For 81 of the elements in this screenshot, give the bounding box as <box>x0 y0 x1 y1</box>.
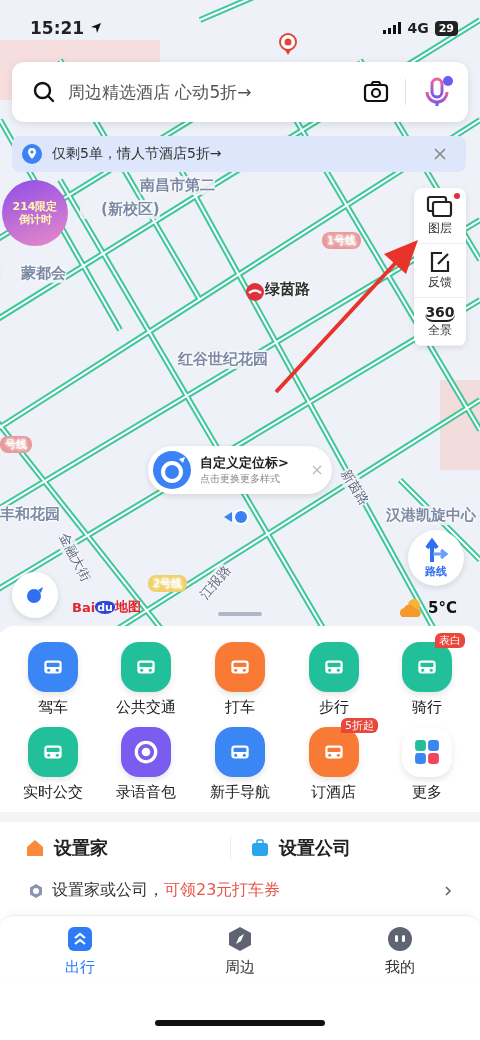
layers-icon <box>426 194 454 220</box>
service-item[interactable]: 打车 <box>193 632 287 717</box>
chevrons-up-icon <box>67 926 93 952</box>
camera-icon[interactable] <box>363 80 389 104</box>
service-label: 打车 <box>225 698 255 717</box>
map-label: 号线 <box>0 436 32 453</box>
panorama-label: 360 <box>425 304 455 322</box>
service-item[interactable]: 公共交通 <box>99 632 194 717</box>
service-item[interactable]: 实时公交 <box>6 717 100 802</box>
location-tip[interactable]: 自定义定位标> 点击更换更多样式 <box>148 446 332 494</box>
grid-icon <box>414 739 441 765</box>
service-label: 驾车 <box>37 698 68 717</box>
service-label: 更多 <box>412 783 443 802</box>
promo-tag: 表白 <box>434 633 465 648</box>
network-label: 4G <box>407 20 429 36</box>
service-label: 骑行 <box>412 698 443 717</box>
service-item[interactable]: 录语音包 <box>99 717 194 802</box>
service-item[interactable]: 驾车 <box>6 632 100 717</box>
house-icon <box>26 839 44 857</box>
place-shortcut[interactable]: 设置公司 <box>229 836 454 860</box>
map-pin-icon[interactable] <box>278 32 298 56</box>
service-label: 步行 <box>318 698 349 717</box>
face-icon <box>387 926 413 952</box>
map-tool-button[interactable]: 图层 <box>414 188 466 244</box>
search-input[interactable]: 周边精选酒店 心动5折→ <box>66 81 353 103</box>
service-label: 实时公交 <box>22 783 83 802</box>
promo-tag: 5折起 <box>341 718 379 733</box>
cloudy-sun-icon <box>398 598 424 618</box>
status-time: 15:21 <box>30 18 85 38</box>
promo-text: 设置家或公司， <box>52 880 164 901</box>
tab[interactable]: 周边 <box>160 926 320 977</box>
search-icon <box>32 80 56 104</box>
badge-text: 214限定 <box>12 199 58 213</box>
close-icon[interactable] <box>434 148 446 160</box>
map-logo: Bai du地图 <box>72 598 141 616</box>
signal-icon <box>383 22 402 34</box>
map-label: 丰和花园 <box>0 505 60 524</box>
sheet-handle[interactable] <box>218 612 262 616</box>
promo-row[interactable]: 设置家或公司，可领23元打车券 <box>0 866 480 915</box>
chevron-right-icon <box>444 884 452 897</box>
map-tool-button[interactable]: 反馈 <box>414 244 466 298</box>
edit-icon <box>428 250 452 274</box>
compass-icon <box>227 926 253 952</box>
map-label: 1号线 <box>322 232 361 249</box>
route-arrow-icon <box>423 537 449 564</box>
promo-banner[interactable]: 仅剩5单，情人节酒店5折→ <box>12 136 466 172</box>
service-item[interactable]: 步行 <box>286 632 381 717</box>
map-label: 绿茵路 <box>265 280 310 299</box>
tip-title: 自定义定位标> <box>200 454 290 472</box>
badge-text: 倒计时 <box>18 213 52 227</box>
temperature: 5°C <box>428 599 457 617</box>
service-label: 新手导航 <box>210 783 270 802</box>
map-tool-button[interactable]: 360 全景 <box>414 298 466 346</box>
service-item[interactable]: 表白 骑行 <box>380 632 474 717</box>
service-item[interactable]: 新手导航 <box>193 717 287 802</box>
tab[interactable]: 我的 <box>320 926 480 977</box>
service-label: 录语音包 <box>116 783 177 802</box>
map-label: 蒙都会 <box>0 264 66 283</box>
record-icon <box>133 739 160 765</box>
new-dot <box>454 193 460 199</box>
place-shortcut[interactable]: 设置家 <box>26 836 230 860</box>
location-arrow-icon <box>90 22 103 34</box>
tip-subtitle: 点击更换更多样式 <box>200 472 281 486</box>
map-label: 2号线 <box>148 575 187 592</box>
location-pin-icon <box>22 144 42 164</box>
service-label: 订酒店 <box>311 783 357 802</box>
briefcase-icon <box>250 839 269 857</box>
service-item[interactable]: 更多 <box>380 717 474 802</box>
service-label: 公共交通 <box>116 698 177 717</box>
map-label: (新校区) <box>80 200 160 219</box>
promo-highlight: 可领23元打车券 <box>164 880 281 901</box>
service-item[interactable]: 5折起 订酒店 <box>286 717 381 802</box>
hexagon-icon <box>28 882 44 899</box>
tab[interactable]: 出行 <box>0 926 160 977</box>
compass-marker-icon <box>152 450 192 490</box>
user-location-icon <box>222 508 252 528</box>
banner-text: 仅剩5单，情人节酒店5折→ <box>52 145 223 163</box>
map-label: 汉港凯旋中心 <box>386 506 476 525</box>
locate-icon <box>25 585 45 605</box>
metro-station-icon <box>245 282 265 302</box>
search-bar[interactable]: 周边精选酒店 心动5折→ <box>12 62 468 122</box>
